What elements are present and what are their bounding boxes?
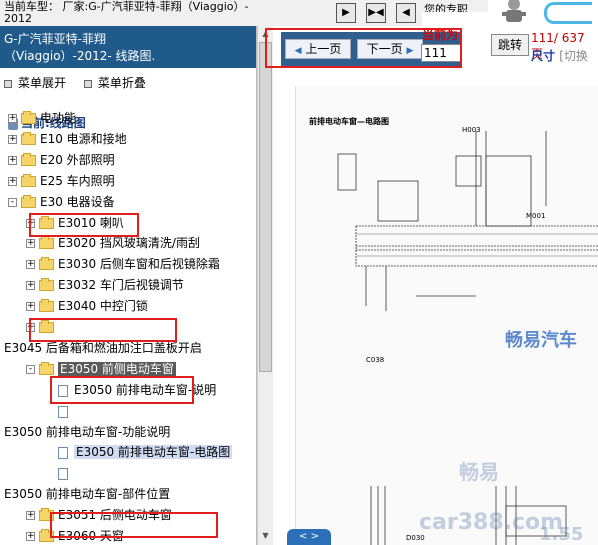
collapse-node-icon[interactable]: - (8, 198, 17, 207)
left-panel: G-广汽菲亚特-菲翔 （Viaggio）-2012- 线路图. 菜单展开 菜单折… (0, 26, 257, 545)
watermark-2: 畅易 (459, 460, 499, 484)
tree-item-label: E30 电器设备 (40, 195, 115, 209)
label-d030: D030 (406, 534, 425, 542)
document-icon (58, 446, 68, 459)
tree-item[interactable]: E3050 前排电动车窗-功能说明 (4, 422, 170, 442)
scroll-down-icon[interactable]: ▼ (259, 529, 272, 543)
tree-item[interactable]: - E30 电器设备 (8, 192, 115, 212)
size-switch-link[interactable]: [切换 (559, 49, 588, 63)
tree-item-label: E3050 前排电动车窗-部件位置 (4, 487, 171, 501)
tree-item-label: E3050 前排电动车窗-电路图 (74, 445, 233, 459)
expand-bar: 菜单展开 菜单折叠 (4, 74, 160, 91)
left-scrollbar[interactable]: ▲ ▼ (257, 26, 273, 545)
tree-item[interactable]: E3050 前排电动车窗-部件位置 (4, 484, 170, 504)
tree-item[interactable]: + E20 外部照明 (8, 150, 115, 170)
highlight-e3050 (50, 376, 194, 404)
tree-item-label: E3040 中控门锁 (58, 299, 148, 313)
tree-item[interactable]: + E10 电源和接地 (8, 129, 127, 149)
tree-item-label: E20 外部照明 (40, 153, 115, 167)
wiring-diagram: H003 M001 C038 D030 (295, 86, 598, 545)
expand-node-icon[interactable]: + (26, 239, 35, 248)
mascot-icon (502, 0, 526, 22)
expand-icon (4, 79, 12, 88)
document-icon (58, 405, 68, 418)
highlight-pager (265, 28, 462, 68)
nav-toggle-button[interactable]: ▶◀ (366, 3, 386, 23)
top-bar: 当前车型： 厂家:G-广汽菲亚特-菲翔（Viaggio）- 2012 ▶ ▶◀ … (0, 0, 598, 26)
size-control: 尺寸 [切换 (531, 47, 588, 64)
current-car-year: 2012 (4, 12, 32, 25)
expand-node-icon[interactable]: + (8, 177, 17, 186)
right-panel: ◀ 上一页 下一页 ▶ 当前为 111 跳转 111/ 637 页 尺寸 [切换 (265, 26, 598, 545)
expand-node-icon[interactable]: + (26, 511, 35, 520)
jump-button[interactable]: 跳转 (491, 34, 529, 56)
tree-item[interactable]: + E25 车内照明 (8, 171, 115, 191)
expand-node-icon[interactable]: + (26, 302, 35, 311)
document-icon (58, 467, 68, 480)
folder-icon (39, 299, 54, 312)
folder-icon (39, 257, 54, 270)
expand-all-link[interactable]: 菜单展开 (18, 76, 66, 90)
tree-item-label: E3030 后侧车窗和后视镜除霜 (58, 257, 220, 271)
current-car-model: 当前车型： 厂家:G-广汽菲亚特-菲翔（Viaggio）- (4, 0, 249, 13)
tree-item-label: E3032 车门后视镜调节 (58, 278, 184, 292)
expand-node-icon[interactable]: + (8, 156, 17, 165)
pro-box (422, 12, 488, 26)
tree-item-label: E3045 后备箱和燃油加注口盖板开启 (4, 341, 202, 355)
highlight-e3040 (29, 318, 177, 342)
scroll-thumb[interactable] (259, 42, 272, 372)
folder-icon (21, 111, 36, 124)
collapse-icon (83, 79, 92, 88)
label-m001: M001 (526, 212, 546, 220)
highlight-e30 (29, 213, 139, 237)
tree-item-label: E3050 前排电动车窗-功能说明 (4, 425, 171, 439)
tree-item-label: E3050 前侧电动车窗 (58, 362, 176, 376)
folder-open-icon (39, 362, 54, 375)
tree-item[interactable]: + 电功能 (8, 108, 76, 128)
tree-item[interactable]: E3050 前排电动车窗-电路图 (58, 442, 233, 462)
header-line-1: G-广汽菲亚特-菲翔 (4, 32, 106, 46)
folder-icon (21, 132, 36, 145)
diagram-title: 前排电动车窗—电路图 (309, 117, 389, 126)
left-panel-header: G-广汽菲亚特-菲翔 （Viaggio）-2012- 线路图. (0, 26, 256, 68)
expand-node-icon[interactable]: + (26, 281, 35, 290)
expand-node-icon[interactable]: + (26, 260, 35, 269)
folder-icon (39, 236, 54, 249)
collapse-node-icon[interactable]: - (26, 365, 35, 374)
tree-item[interactable] (58, 463, 74, 483)
logo-area (488, 0, 598, 26)
folder-icon (39, 278, 54, 291)
tree-item[interactable]: + E3030 后侧车窗和后视镜除霜 (26, 254, 220, 274)
size-label: 尺寸 (531, 49, 556, 63)
folder-open-icon (21, 195, 36, 208)
tree-item-label: E10 电源和接地 (40, 132, 127, 146)
label-h003: H003 (462, 126, 481, 134)
nav-first-button[interactable]: ▶ (336, 3, 356, 23)
expand-node-icon[interactable]: + (8, 135, 17, 144)
tree-item-label: E3020 挡风玻璃清洗/雨刮 (58, 236, 200, 250)
collapse-all-link[interactable]: 菜单折叠 (98, 76, 146, 90)
bottom-nav-button[interactable]: < > (287, 529, 331, 545)
tree-item[interactable] (58, 401, 74, 421)
tree-item[interactable]: + E3032 车门后视镜调节 (26, 275, 184, 295)
tree-item-label: E25 车内照明 (40, 174, 115, 188)
highlight-e3051 (50, 512, 218, 538)
logo-tab (544, 2, 592, 24)
expand-node-icon[interactable]: + (8, 114, 17, 123)
label-c038: C038 (366, 356, 385, 364)
header-line-2: （Viaggio）-2012- 线路图. (4, 49, 156, 63)
folder-icon (21, 153, 36, 166)
nav-back-button[interactable]: ◀ (396, 3, 416, 23)
watermark-4: 1.55 (539, 524, 584, 545)
watermark-1: 畅易汽车 (505, 330, 577, 351)
circuit-drawing (337, 131, 598, 545)
expand-node-icon[interactable]: + (26, 532, 35, 541)
folder-icon (21, 174, 36, 187)
tree-item-label: 电功能 (40, 111, 77, 125)
tree-item[interactable]: + E3040 中控门锁 (26, 296, 148, 316)
